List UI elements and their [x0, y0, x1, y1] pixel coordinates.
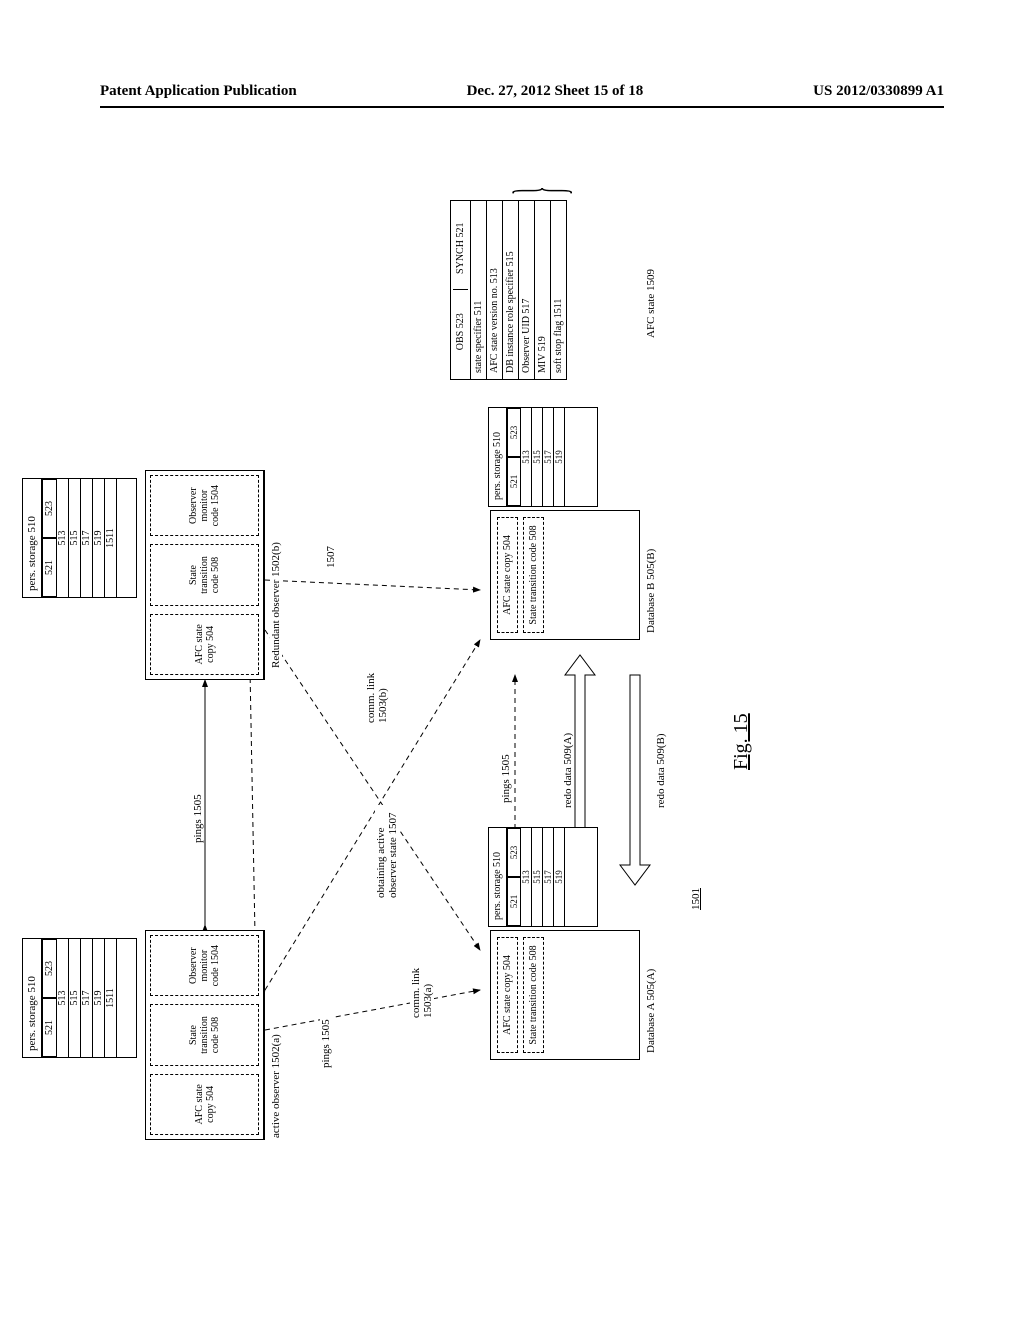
- database-b-caption: Database B 505(B): [645, 547, 657, 635]
- pings-db-label: pings 1505: [500, 752, 512, 805]
- pers-515: 515: [69, 939, 81, 1057]
- pers-b-515: 515: [69, 479, 81, 597]
- ref-1501: 1501: [690, 888, 702, 910]
- dba-523: 523: [507, 828, 521, 877]
- num-1507-label: 1507: [325, 544, 337, 570]
- pers-521: 521: [42, 998, 57, 1057]
- obtaining-label: obtaining active observer state 1507: [375, 805, 399, 900]
- afc-version: AFC state version no. 513: [487, 201, 503, 379]
- db-a-pers-title: pers. storage 510: [489, 828, 507, 926]
- pers-523: 523: [42, 939, 57, 998]
- pings-top-label: pings 1505: [192, 792, 204, 845]
- observer-monitor-a: Observer monitor code 1504: [150, 935, 259, 996]
- afc-observer-uid: Observer UID 517: [519, 201, 535, 379]
- db-b-pers-title: pers. storage 510: [489, 408, 507, 506]
- redundant-observer-box: AFC state copy 504 State transition code…: [145, 470, 265, 680]
- db-a-state: State transition code 508: [523, 937, 544, 1053]
- header-left: Patent Application Publication: [100, 83, 297, 100]
- pers-517: 517: [81, 939, 93, 1057]
- afc-miv: MIV 519: [535, 201, 551, 379]
- dbb-521: 521: [507, 457, 521, 506]
- dba-519: 519: [554, 828, 565, 926]
- pers-519: 519: [93, 939, 105, 1057]
- db-a-afc: AFC state copy 504: [497, 937, 518, 1053]
- pers-b-517: 517: [81, 479, 93, 597]
- state-transition-a: State transition code 508: [150, 1004, 259, 1065]
- active-observer-box: AFC state copy 504 State transition code…: [145, 930, 265, 1140]
- pers-b-523: 523: [42, 479, 57, 538]
- dbb-523: 523: [507, 408, 521, 457]
- dbb-515: 515: [532, 408, 543, 506]
- pers-b-513: 513: [57, 479, 69, 597]
- figure-rotated-content: AFC state copy 504 State transition code…: [100, 130, 930, 1200]
- pers-storage-title-a: pers. storage 510: [23, 939, 42, 1057]
- db-b-state: State transition code 508: [523, 517, 544, 633]
- pers-storage-title-b: pers. storage 510: [23, 479, 42, 597]
- db-a-pers: pers. storage 510 521 523 513 515 517 51…: [488, 827, 598, 927]
- afc-state-title: AFC state 1509: [645, 267, 657, 340]
- pers-513: 513: [57, 939, 69, 1057]
- afc-soft-stop: soft stop flag 1511: [551, 201, 566, 379]
- afc-obs: OBS 523: [453, 290, 468, 374]
- dbb-517: 517: [543, 408, 554, 506]
- dbb-519: 519: [554, 408, 565, 506]
- dba-517: 517: [543, 828, 554, 926]
- brace-icon: }: [499, 186, 583, 195]
- afc-synch: SYNCH 521: [453, 207, 468, 290]
- pers-b-519: 519: [93, 479, 105, 597]
- redo-b-label: redo data 509(B): [655, 731, 667, 810]
- header-center: Dec. 27, 2012 Sheet 15 of 18: [467, 83, 644, 100]
- db-b-pers: pers. storage 510 521 523 513 515 517 51…: [488, 407, 598, 507]
- database-a-caption: Database A 505(A): [645, 967, 657, 1055]
- redundant-observer-caption: Redundant observer 1502(b): [270, 540, 282, 670]
- comm-link-a-label: comm. link 1503(a): [410, 960, 434, 1020]
- pers-1511: 1511: [105, 939, 117, 1057]
- dbb-513: 513: [521, 408, 532, 506]
- database-a-box: AFC state copy 504 State transition code…: [490, 930, 640, 1060]
- afc-state-specifier: state specifier 511: [471, 201, 487, 379]
- active-observer-caption: active observer 1502(a): [270, 1032, 282, 1140]
- dba-521: 521: [507, 877, 521, 926]
- pers-b-1511: 1511: [105, 479, 117, 597]
- afc-state-copy-a: AFC state copy 504: [150, 1074, 259, 1135]
- afc-state-table: OBS 523 SYNCH 521 state specifier 511 AF…: [450, 200, 567, 380]
- observer-monitor-b: Observer monitor code 1504: [150, 475, 259, 536]
- state-transition-b: State transition code 508: [150, 544, 259, 605]
- pers-b-521: 521: [42, 538, 57, 597]
- pings-left-label: pings 1505: [320, 1017, 332, 1070]
- dba-515: 515: [532, 828, 543, 926]
- pers-storage-b: pers. storage 510 521 523 513 515 517 51…: [22, 478, 137, 598]
- figure-region: AFC state copy 504 State transition code…: [100, 130, 930, 1200]
- comm-link-b-label: comm. link 1503(b): [365, 665, 389, 725]
- db-b-afc: AFC state copy 504: [497, 517, 518, 633]
- afc-state-copy-b: AFC state copy 504: [150, 614, 259, 675]
- pers-storage-a: pers. storage 510 521 523 513 515 517 51…: [22, 938, 137, 1058]
- figure-number: Fig. 15: [730, 713, 753, 770]
- database-b-box: AFC state copy 504 State transition code…: [490, 510, 640, 640]
- dba-513: 513: [521, 828, 532, 926]
- header-right: US 2012/0330899 A1: [813, 83, 944, 100]
- afc-db-role: DB instance role specifier 515: [503, 201, 519, 379]
- page-header: Patent Application Publication Dec. 27, …: [100, 83, 944, 108]
- redo-a-label: redo data 509(A): [562, 731, 574, 810]
